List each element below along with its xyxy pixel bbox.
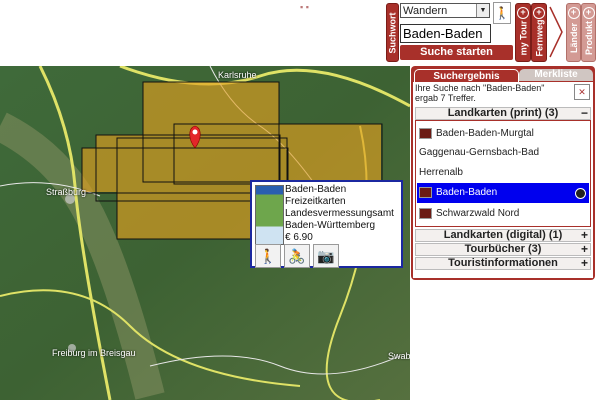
clear-results-icon[interactable]: ✕: [574, 84, 590, 100]
popup-publisher: Landesvermessungsamt: [285, 208, 394, 219]
map-label-strasbourg: Straßburg: [46, 187, 87, 197]
plus-icon: +: [567, 7, 580, 19]
category-select-value: Wandern: [403, 5, 448, 17]
tab-fernweg[interactable]: + Fernweg: [531, 3, 547, 62]
camera-icon[interactable]: 📷: [313, 244, 339, 268]
group-tourbuecher[interactable]: Tourbücher (3) +: [415, 243, 591, 256]
map-icon: [419, 127, 432, 139]
selected-marker-icon: [575, 188, 586, 199]
results-body: Ihre Suche nach "Baden-Baden" ergab 7 Tr…: [413, 82, 593, 278]
hiker-icon[interactable]: 🚶: [493, 2, 511, 24]
top-decoration: ▪ ▪: [300, 2, 309, 12]
map-icon: [419, 207, 432, 219]
map-product-popup[interactable]: Baden-Baden Freizeitkarten Landesvermess…: [250, 180, 403, 268]
map-icon: [419, 186, 432, 198]
plus-icon: +: [582, 7, 595, 19]
search-input[interactable]: [400, 24, 491, 43]
map-cover-image[interactable]: [255, 185, 284, 245]
tab-mytour[interactable]: + my Tour: [515, 3, 531, 62]
popup-region: Baden-Württemberg: [285, 220, 376, 231]
chevron-down-icon[interactable]: ▼: [476, 4, 489, 17]
expand-arrow-icon[interactable]: [549, 6, 563, 58]
expand-icon[interactable]: +: [581, 243, 588, 255]
expand-icon[interactable]: +: [581, 229, 588, 241]
list-item[interactable]: Herrenalb: [417, 163, 591, 183]
tab-merkliste[interactable]: Merkliste: [519, 69, 593, 81]
expand-icon[interactable]: +: [581, 257, 588, 269]
list-item[interactable]: Schwarzwald Nord: [417, 204, 589, 224]
category-select[interactable]: Wandern ▼: [400, 3, 490, 18]
list-item[interactable]: Gaggenau-Gernsbach-Bad: [417, 143, 591, 163]
group-landkarten-digital[interactable]: Landkarten (digital) (1) +: [415, 229, 591, 242]
cyclist-icon[interactable]: 🚴: [284, 244, 310, 268]
map-label-swab: Swab: [388, 351, 410, 361]
tab-laender[interactable]: + Länder: [566, 3, 581, 62]
map-label-karlsruhe: Karlsruhe: [218, 70, 257, 80]
list-item-selected[interactable]: Baden-Baden: [417, 183, 589, 203]
popup-title: Baden-Baden: [285, 184, 347, 195]
list-item[interactable]: Baden-Baden-Murgtal: [417, 124, 589, 144]
map-label-freiburg: Freiburg im Breisgau: [52, 348, 136, 358]
group-landkarten-print[interactable]: Landkarten (print) (3) −: [415, 107, 591, 120]
plus-icon: +: [533, 7, 545, 19]
result-list: Baden-Baden-Murgtal Gaggenau-Gernsbach-B…: [415, 120, 591, 227]
plus-icon: +: [517, 7, 529, 19]
tab-produkt[interactable]: + Produkt: [581, 3, 596, 62]
group-touristinformationen[interactable]: Touristinformationen +: [415, 257, 591, 270]
popup-text: Baden-Baden Freizeitkarten Landesvermess…: [285, 184, 394, 244]
popup-price: € 6.90: [285, 232, 313, 243]
tab-suchergebnis[interactable]: Suchergebnis: [414, 69, 519, 83]
hiker-icon[interactable]: 🚶: [255, 244, 281, 268]
collapse-icon[interactable]: −: [581, 107, 588, 119]
popup-series: Freizeitkarten: [285, 196, 346, 207]
tab-suchwort[interactable]: Suchwort: [386, 3, 399, 62]
result-message: Ihre Suche nach "Baden-Baden" ergab 7 Tr…: [415, 83, 545, 103]
search-button[interactable]: Suche starten: [400, 45, 513, 60]
